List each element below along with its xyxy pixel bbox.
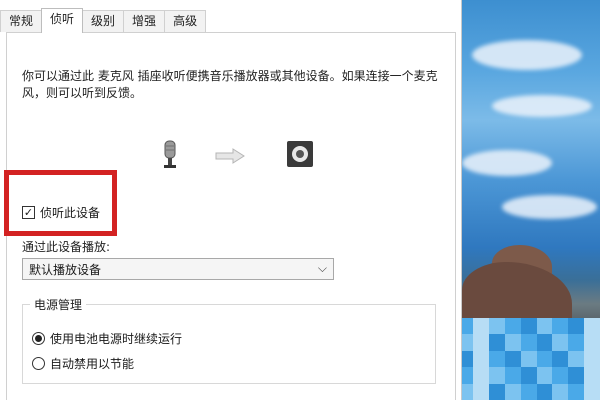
- radio-auto-disable[interactable]: 自动禁用以节能: [32, 355, 134, 372]
- radio-selected-dot: [35, 335, 42, 342]
- wallpaper-cloud: [462, 150, 552, 176]
- speaker-icon: [287, 141, 313, 167]
- highlight-annotation-box: [4, 170, 117, 236]
- listen-description: 你可以通过此 麦克风 插座收听便携音乐播放器或其他设备。如果连接一个麦克风，则可…: [22, 69, 438, 100]
- tab-levels[interactable]: 级别: [82, 10, 125, 32]
- power-management-title: 电源管理: [30, 296, 87, 313]
- wallpaper-cloud: [492, 95, 592, 117]
- playback-device-dropdown[interactable]: 默认播放设备 ⌵: [22, 258, 334, 280]
- chevron-down-icon: ⌵: [317, 261, 327, 275]
- arrow-right-icon: [215, 148, 245, 164]
- playback-device-label: 通过此设备播放:: [22, 240, 111, 254]
- microphone-properties-dialog: 常规 侦听 级别 增强 高级 你可以通过此 麦克风 插座收听便携音乐播放器或其他…: [0, 0, 462, 400]
- radio-continue-on-battery[interactable]: 使用电池电源时继续运行: [32, 330, 182, 347]
- radio-label[interactable]: 使用电池电源时继续运行: [50, 330, 182, 347]
- radio-label[interactable]: 自动禁用以节能: [50, 355, 134, 372]
- microphone-icon: [164, 140, 176, 168]
- playback-device-selected: 默认播放设备: [29, 262, 102, 277]
- wallpaper-cloud: [472, 40, 582, 70]
- tab-enhancements[interactable]: 增强: [123, 10, 166, 32]
- tab-general[interactable]: 常规: [0, 10, 43, 32]
- tab-advanced[interactable]: 高级: [164, 10, 207, 32]
- radio-button[interactable]: [32, 357, 45, 370]
- radio-button[interactable]: [32, 332, 45, 345]
- tab-listen[interactable]: 侦听: [41, 8, 84, 33]
- tab-strip: 常规 侦听 级别 增强 高级: [0, 8, 207, 33]
- wallpaper-cloud: [502, 195, 597, 219]
